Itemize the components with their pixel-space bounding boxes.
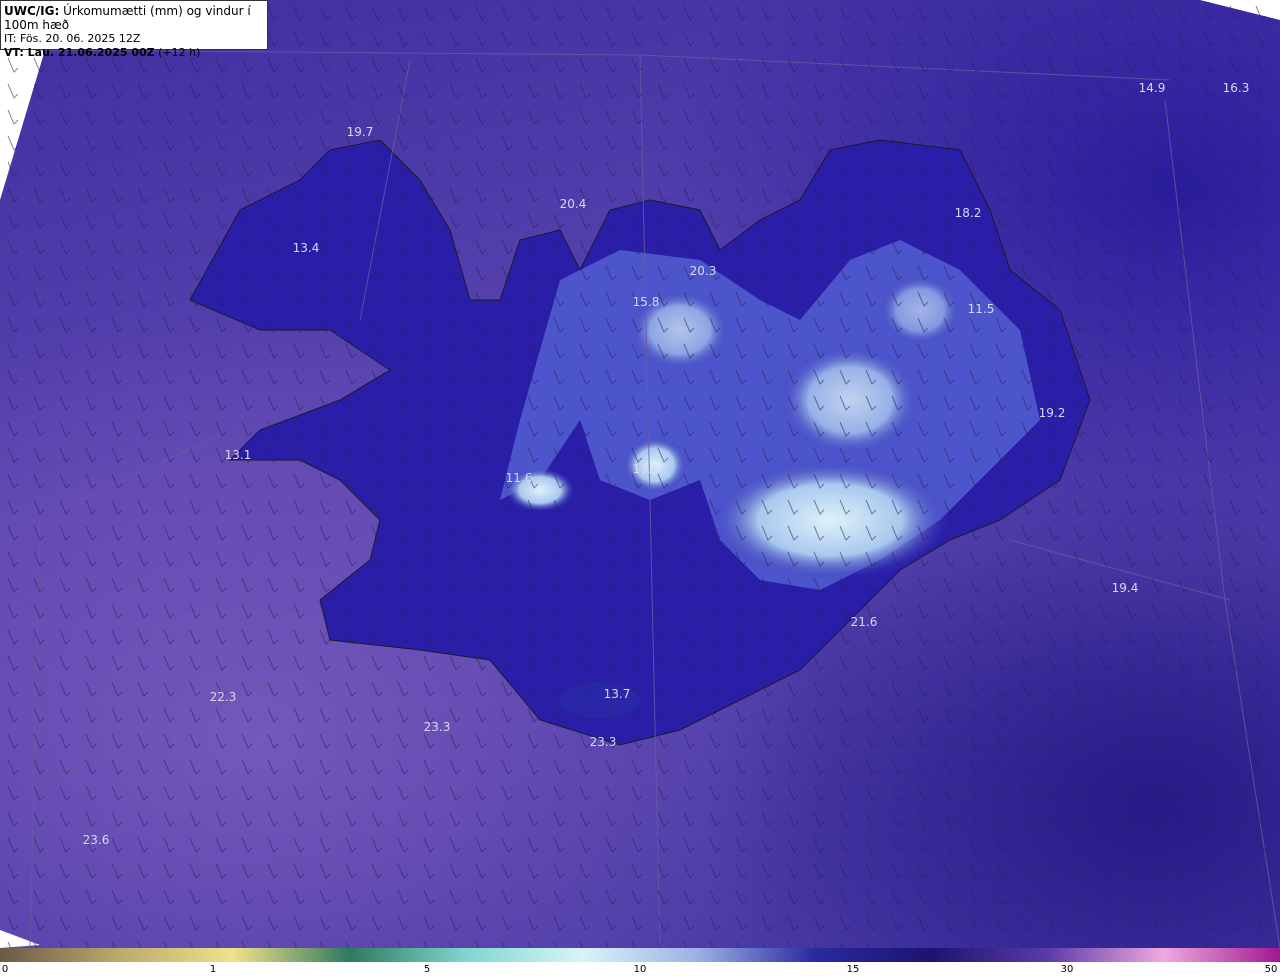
station-value: 19.7 bbox=[346, 125, 374, 139]
colorbar-tick: 50 bbox=[1264, 964, 1278, 975]
station-value: 11.5 bbox=[967, 302, 995, 316]
model-label: UWC/IG: bbox=[4, 4, 60, 18]
init-time: IT: Fös. 20. 06. 2025 12Z bbox=[4, 32, 141, 45]
colorbar-tick: 15 bbox=[846, 964, 860, 975]
station-value: 20.4 bbox=[559, 197, 587, 211]
station-value: 20.3 bbox=[689, 264, 717, 278]
station-value: 21.6 bbox=[850, 615, 878, 629]
colorbar-tick: 1 bbox=[209, 964, 217, 975]
colorbar-tick: 5 bbox=[423, 964, 431, 975]
station-value: 23.3 bbox=[423, 720, 451, 734]
valid-time: VT: Lau. 21.06.2025 00Z bbox=[4, 46, 155, 59]
station-value: 15.8 bbox=[632, 295, 660, 309]
forecast-info-box: UWC/IG: Úrkomumætti (mm) og vindur í 100… bbox=[0, 0, 268, 59]
station-value: 14.9 bbox=[1138, 81, 1166, 95]
station-value: 23.3 bbox=[589, 735, 617, 749]
colorbar: 0 1 5 10 15 30 50 bbox=[0, 948, 1280, 978]
station-value: 15.6 bbox=[632, 462, 660, 476]
colorbar-tick: 0 bbox=[1, 964, 9, 975]
colorbar-strip bbox=[0, 948, 1280, 962]
station-value: 11.6 bbox=[505, 471, 533, 485]
station-value: 23.6 bbox=[82, 833, 110, 847]
station-value: 19.2 bbox=[1038, 406, 1066, 420]
forecast-lead: (+12 h) bbox=[158, 46, 201, 59]
station-value: 13.4 bbox=[292, 241, 320, 255]
station-value: 16.3 bbox=[1222, 81, 1250, 95]
station-value: 18.2 bbox=[954, 206, 982, 220]
station-value: 13.7 bbox=[603, 687, 631, 701]
colorbar-tick: 30 bbox=[1060, 964, 1074, 975]
precipitation-map: 19.7 13.4 20.4 20.3 15.8 18.2 11.5 19.2 … bbox=[0, 0, 1280, 948]
station-value: 13.1 bbox=[224, 448, 252, 462]
station-value: 22.3 bbox=[209, 690, 237, 704]
station-value: 19.4 bbox=[1111, 581, 1139, 595]
colorbar-tick: 10 bbox=[633, 964, 647, 975]
